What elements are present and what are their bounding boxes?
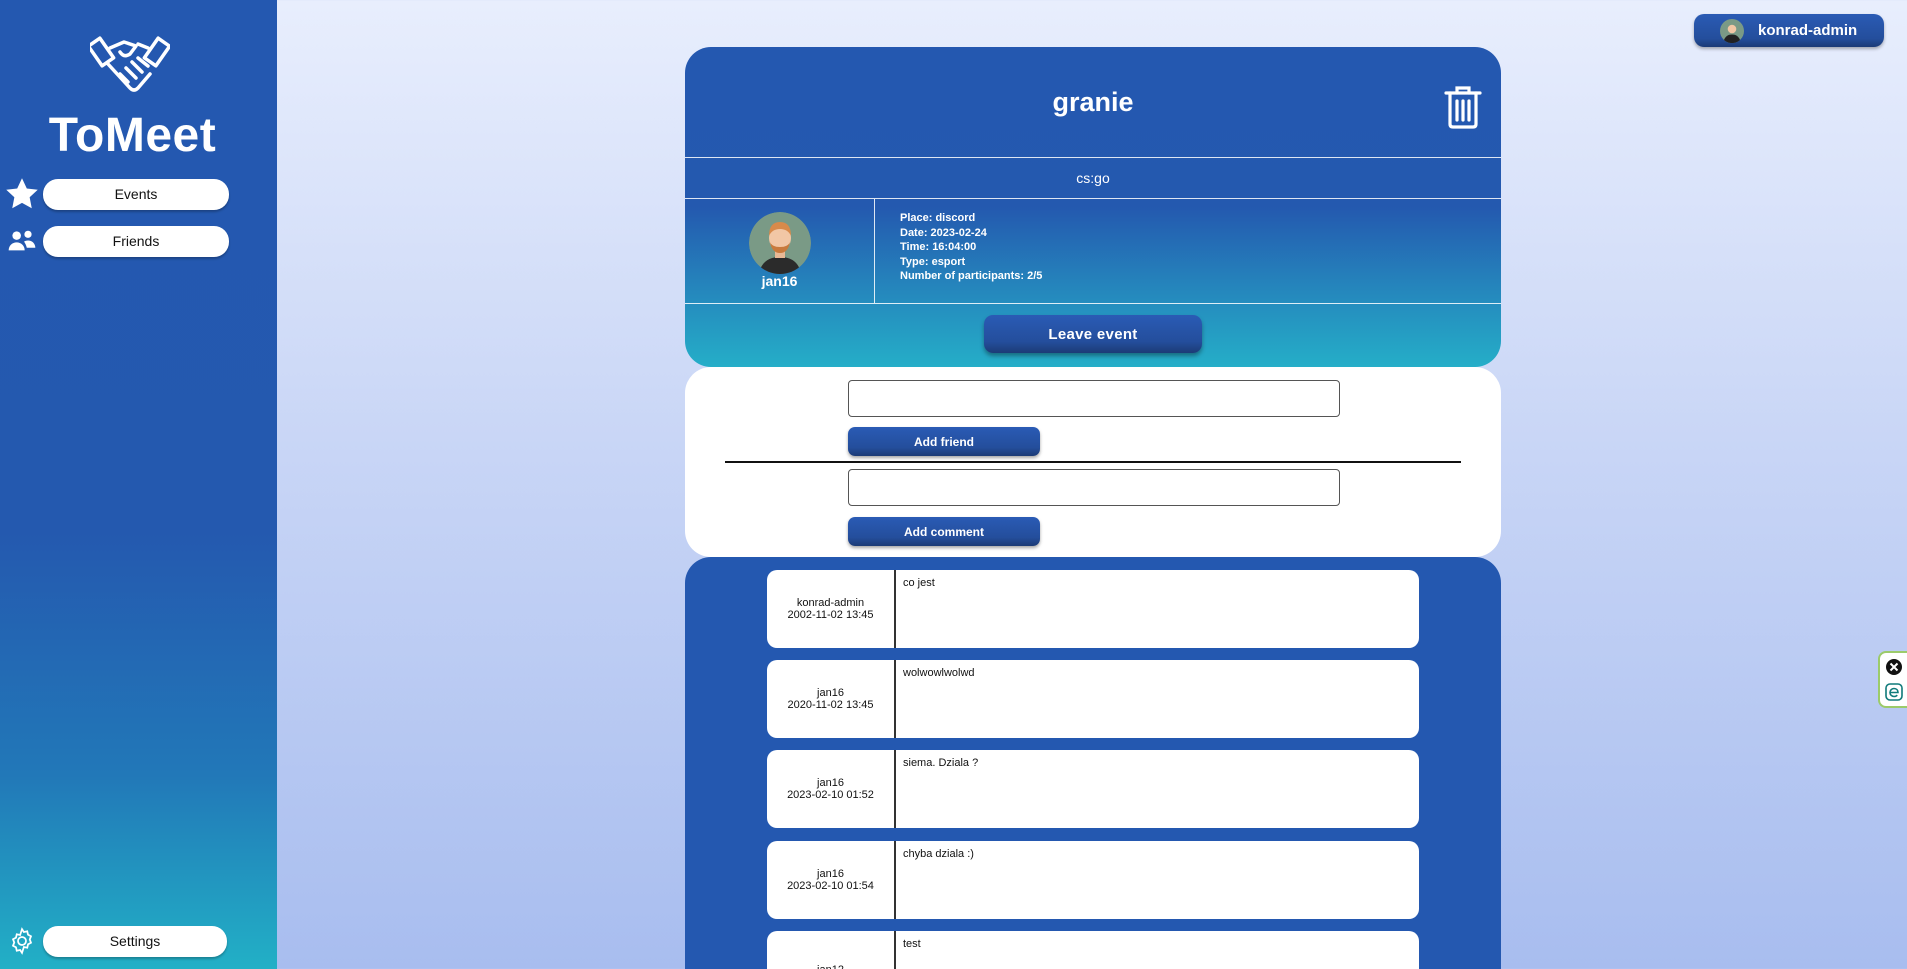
divider bbox=[685, 198, 1501, 199]
divider bbox=[874, 199, 875, 303]
app-logo-text: ToMeet bbox=[48, 109, 217, 162]
comment-item: jan16 2023-02-10 01:52 siema. Dziala ? bbox=[767, 750, 1419, 828]
host-name: jan16 bbox=[761, 273, 798, 289]
comments-section: konrad-admin 2002-11-02 13:45 co jest ja… bbox=[685, 557, 1501, 969]
settings-button[interactable]: Settings bbox=[43, 925, 227, 957]
comment-meta: jan12 bbox=[767, 931, 896, 969]
comment-author: konrad-admin bbox=[796, 597, 865, 609]
browser-extension-widget[interactable] bbox=[1878, 651, 1907, 708]
sidebar: ToMeet Events Friends Settings bbox=[0, 0, 277, 969]
add-comment-button[interactable]: Add comment bbox=[848, 517, 1040, 546]
comment-item: jan12 test bbox=[767, 931, 1419, 969]
comment-text: wolwowlwolwd bbox=[903, 667, 975, 679]
handshake-icon bbox=[90, 36, 170, 92]
comment-meta: jan16 2023-02-10 01:52 bbox=[767, 750, 896, 828]
event-title: granie bbox=[1052, 86, 1134, 117]
event-date: Date: 2023-02-24 bbox=[900, 226, 987, 239]
close-icon[interactable] bbox=[1885, 658, 1903, 676]
eset-icon[interactable] bbox=[1885, 683, 1903, 701]
comment-text: siema. Dziala ? bbox=[903, 757, 979, 769]
friends-button[interactable]: Friends bbox=[43, 225, 229, 257]
nav-row-friends: Friends bbox=[4, 223, 229, 259]
comment-item: konrad-admin 2002-11-02 13:45 co jest bbox=[767, 570, 1419, 648]
nav-row-settings: Settings bbox=[4, 923, 227, 959]
comment-date: 2002-11-02 13:45 bbox=[787, 609, 874, 621]
event-subtitle: cs:go bbox=[1076, 170, 1110, 186]
add-friend-button[interactable]: Add friend bbox=[848, 427, 1040, 456]
leave-event-button[interactable]: Leave event bbox=[984, 315, 1202, 353]
avatar bbox=[1720, 18, 1744, 43]
comment-meta: jan16 2020-11-02 13:45 bbox=[767, 660, 896, 738]
nav-row-events: Events bbox=[4, 176, 229, 212]
divider bbox=[685, 303, 1501, 304]
host-avatar bbox=[749, 212, 811, 274]
comment-item: jan16 2020-11-02 13:45 wolwowlwolwd bbox=[767, 660, 1419, 738]
comment-date: 2023-02-10 01:54 bbox=[787, 880, 874, 892]
events-button[interactable]: Events bbox=[43, 178, 229, 210]
comment-author: jan16 bbox=[817, 687, 844, 699]
comment-date: 2020-11-02 13:45 bbox=[787, 699, 874, 711]
comment-author: jan12 bbox=[817, 964, 844, 969]
comment-author: jan16 bbox=[817, 777, 844, 789]
comment-item: jan16 2023-02-10 01:54 chyba dziala :) bbox=[767, 841, 1419, 919]
comment-date: 2023-02-10 01:52 bbox=[787, 789, 874, 801]
gear-icon[interactable] bbox=[4, 923, 40, 959]
user-menu-button[interactable]: konrad-admin bbox=[1694, 14, 1884, 47]
comment-text: chyba dziala :) bbox=[903, 848, 974, 860]
star-icon bbox=[4, 176, 40, 212]
add-comment-input[interactable] bbox=[848, 469, 1340, 506]
event-card: granie cs:go jan16 Place: discord Date: … bbox=[685, 47, 1501, 367]
comment-author: jan16 bbox=[817, 868, 844, 880]
username-label: konrad-admin bbox=[1758, 22, 1858, 39]
event-participants: Number of participants: 2/5 bbox=[900, 270, 1043, 282]
comment-meta: konrad-admin 2002-11-02 13:45 bbox=[767, 570, 896, 648]
event-details: Place: discord Date: 2023-02-24 Time: 16… bbox=[900, 211, 1042, 284]
event-place: Place: discord bbox=[900, 212, 976, 224]
comment-text: test bbox=[903, 938, 921, 950]
users-icon bbox=[4, 223, 40, 259]
event-type: Type: esport bbox=[900, 255, 966, 268]
divider bbox=[725, 461, 1461, 463]
comment-meta: jan16 2023-02-10 01:54 bbox=[767, 841, 896, 919]
event-actions-form: Add friend Add comment bbox=[685, 367, 1501, 557]
trash-icon[interactable] bbox=[1443, 85, 1483, 129]
comment-text: co jest bbox=[903, 577, 935, 589]
event-time: Time: 16:04:00 bbox=[900, 241, 977, 253]
add-friend-input[interactable] bbox=[848, 380, 1340, 417]
